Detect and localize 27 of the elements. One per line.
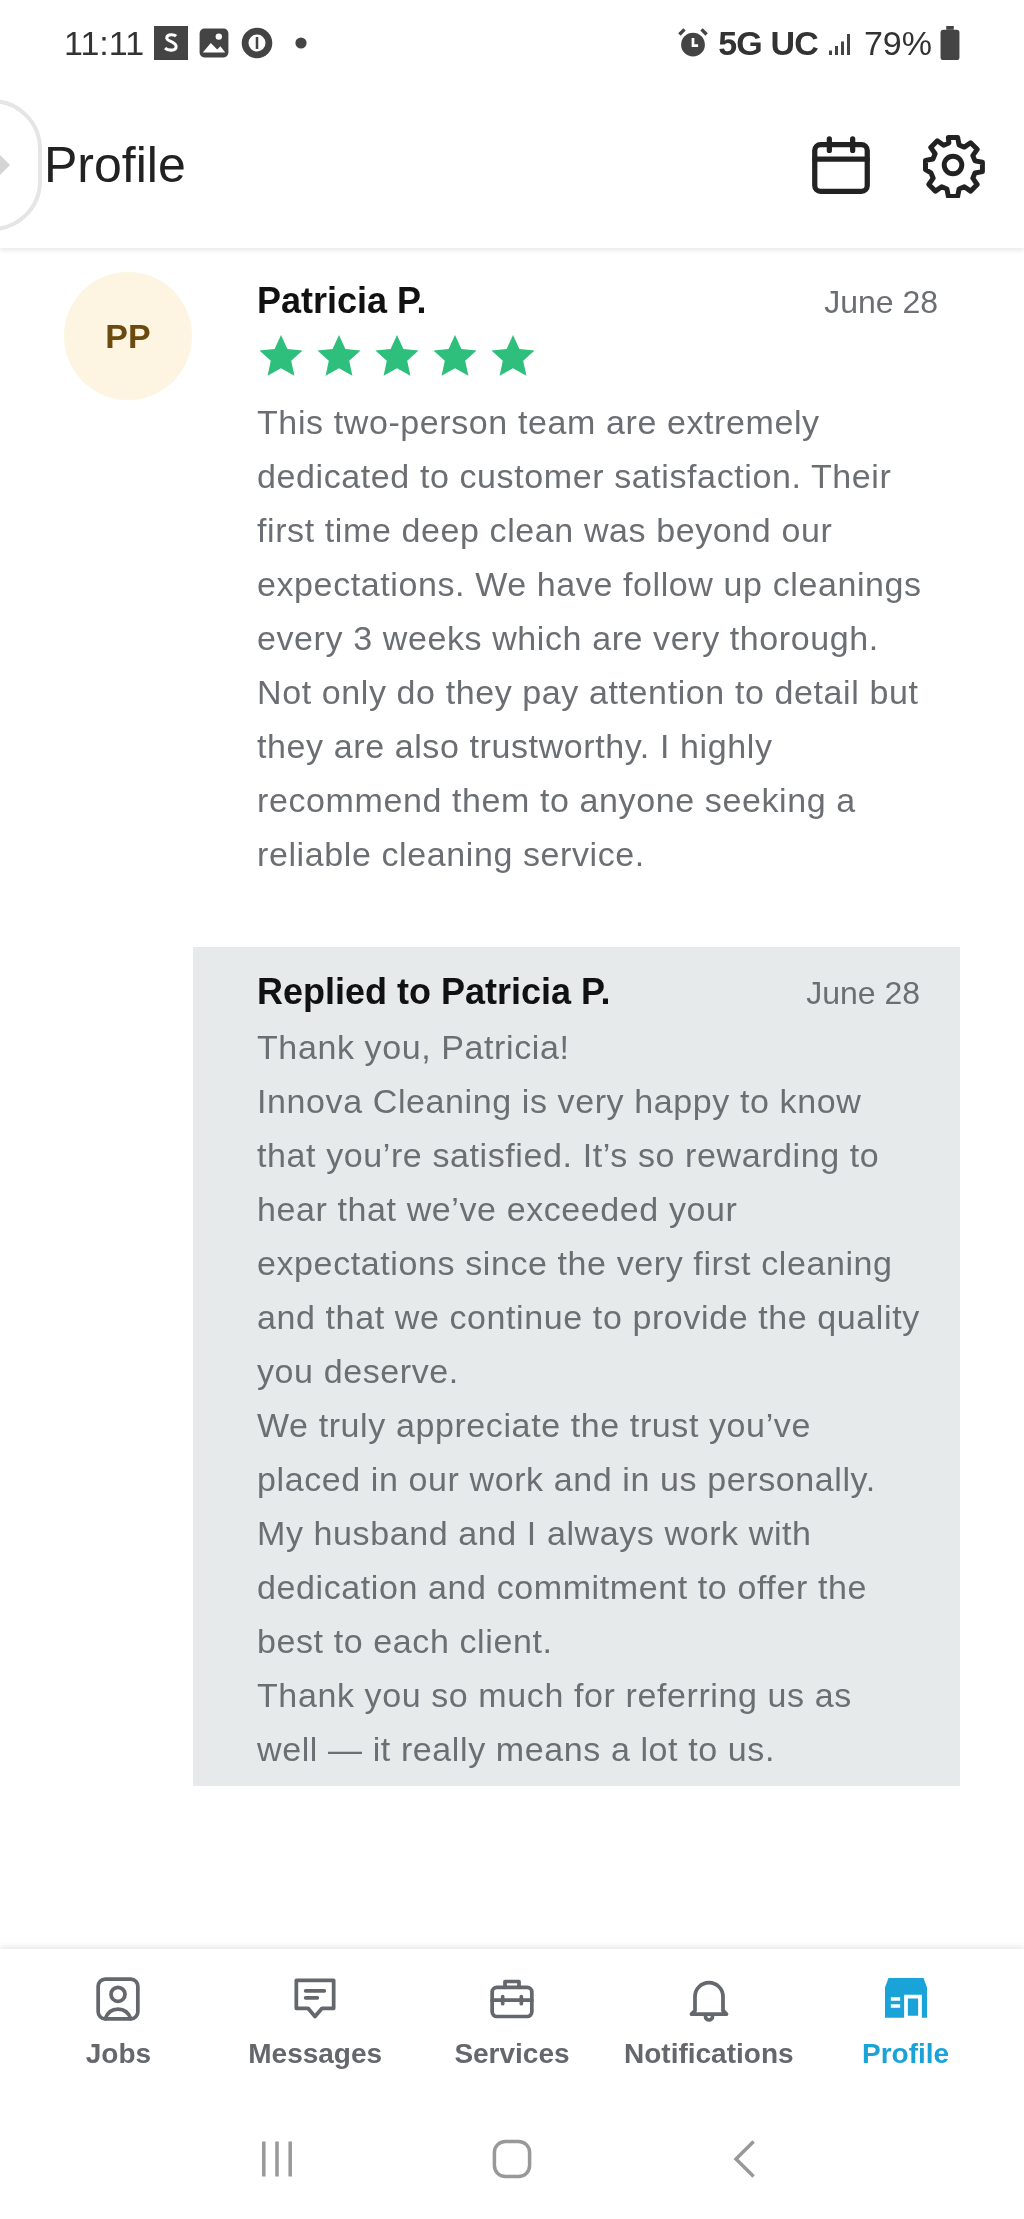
nav-tab[interactable]: Profile <box>810 1971 1001 2075</box>
battery-icon <box>940 26 960 60</box>
drawer-handle-icon[interactable] <box>0 153 10 177</box>
reviewer-name: Patricia P. <box>257 279 427 323</box>
nav-tab[interactable]: Messages <box>220 1971 411 2075</box>
reply-text: Thank you so much for referring us as well — it really means a lot to us. <box>257 1675 853 1770</box>
app-notification-icon <box>154 26 189 60</box>
page-title: Profile <box>44 135 186 195</box>
settings-icon[interactable] <box>920 132 986 198</box>
reply-text: Innova Cleaning is very happy to know that you’re satisfied. It’s so rewarding to hear that we’ve exceeded your expectations since the very first cleaning and that we continue to provide the quality you deserve. <box>257 1081 920 1392</box>
review-date: June 28 <box>824 283 938 322</box>
reply-date: June 28 <box>806 974 920 1013</box>
avatar: PP <box>64 272 192 400</box>
review-text: This two-person team are extremely dedicated to customer satisfaction. Their first time deep clean was beyond our expectations. We have follow up cleanings every 3 weeks which are very thorough. Not only do they pay attention to detail but they are also trustworthy. I highly recommend them to anyone seeking a reliable cleaning service. <box>257 402 923 875</box>
reply-title: Replied to Patricia P. <box>257 970 611 1014</box>
network-label: 5G UC <box>718 22 818 64</box>
battery-percentage: 79% <box>863 22 932 64</box>
nav-tab[interactable]: Jobs <box>23 1971 214 2075</box>
dot-icon <box>294 36 309 50</box>
nav-tab[interactable]: Notifications <box>613 1971 804 2075</box>
image-icon <box>198 27 231 59</box>
home-icon[interactable] <box>490 2137 534 2181</box>
alarm-icon <box>676 26 711 60</box>
nav-tab[interactable]: Services <box>417 1971 607 2075</box>
reply-text: We truly appreciate the trust you’ve placed in our work and in us personally. My husband and I always work with dedication and commitment to offer the best to each client. <box>257 1405 877 1662</box>
clock-time: 11:11 <box>64 22 145 64</box>
reply-text: Thank you, Patricia! <box>257 1027 571 1068</box>
